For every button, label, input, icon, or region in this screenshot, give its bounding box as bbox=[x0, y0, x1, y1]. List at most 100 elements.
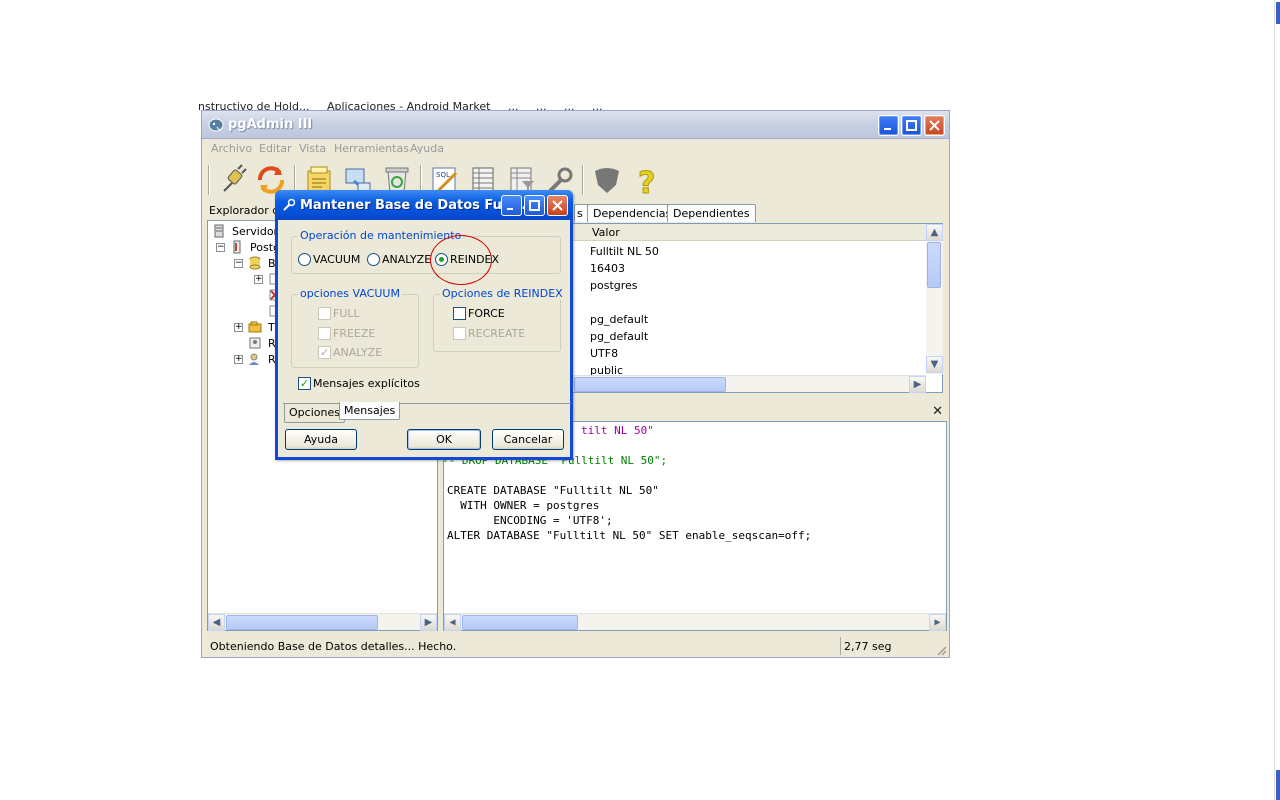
tab-dependencias[interactable]: Dependencias bbox=[587, 204, 678, 222]
sql-line: WITH OWNER = postgres bbox=[447, 499, 600, 512]
status-time: 2,77 seg bbox=[844, 640, 892, 653]
login-role-icon bbox=[249, 353, 259, 365]
maximize-button[interactable] bbox=[901, 115, 922, 136]
ok-button[interactable]: OK bbox=[407, 429, 481, 450]
shield-icon[interactable] bbox=[590, 163, 624, 197]
menu-ayuda[interactable]: Ayuda bbox=[410, 142, 444, 155]
wrench-icon bbox=[283, 198, 296, 211]
vacuum-options-group: opciones VACUUM FULL FREEZE ✓ ANALYZE bbox=[291, 287, 419, 368]
help-icon[interactable]: ? bbox=[630, 163, 664, 198]
svg-text:?: ? bbox=[638, 166, 655, 197]
prop-value: Fulltilt NL 50 bbox=[590, 245, 659, 258]
dialog-close-button[interactable] bbox=[547, 195, 568, 216]
toolbar-separator bbox=[582, 165, 584, 195]
checkbox-analyze[interactable]: ✓ bbox=[318, 346, 331, 359]
col-valor: Valor bbox=[592, 226, 620, 239]
checkbox-full[interactable] bbox=[318, 307, 331, 320]
checkbox-verbose-label[interactable]: Mensajes explícitos bbox=[313, 377, 420, 390]
checkbox-force-label[interactable]: FORCE bbox=[468, 307, 505, 320]
checkbox-verbose[interactable]: ✓ bbox=[298, 377, 311, 390]
scroll-right-icon[interactable]: ▶ bbox=[420, 614, 437, 631]
checkbox-analyze-label: ANALYZE bbox=[333, 346, 383, 359]
maintenance-dialog: Mantener Base de Datos Fullti... Operaci… bbox=[275, 190, 573, 460]
close-icon[interactable]: ✕ bbox=[932, 404, 943, 419]
operation-group: Operación de mantenimiento VACUUM ANALYZ… bbox=[291, 229, 561, 274]
tab-mensajes[interactable]: Mensajes bbox=[339, 402, 401, 420]
scroll-left-icon[interactable]: ◀ bbox=[208, 614, 225, 631]
checkbox-full-label: FULL bbox=[333, 307, 360, 320]
prop-value: pg_default bbox=[590, 330, 649, 343]
role-group-icon bbox=[249, 337, 261, 349]
tab-dependientes[interactable]: Dependientes bbox=[667, 204, 756, 222]
resize-grip-icon[interactable] bbox=[935, 644, 947, 656]
server-group-icon bbox=[214, 224, 224, 238]
props-vscrollbar[interactable]: ▲ ▼ bbox=[926, 224, 943, 374]
checkbox-freeze-label: FREEZE bbox=[333, 327, 376, 340]
checkbox-freeze[interactable] bbox=[318, 327, 331, 340]
status-bar: Obteniendo Base de Datos detalles... Hec… bbox=[202, 635, 949, 657]
close-button[interactable] bbox=[924, 115, 945, 136]
menu-archivo[interactable]: Archivo bbox=[211, 142, 252, 155]
status-divider bbox=[840, 637, 841, 655]
sql-line: ALTER DATABASE "Fulltilt NL 50" SET enab… bbox=[447, 529, 812, 542]
reindex-options-group: Opciones de REINDEX FORCE RECREATE bbox=[433, 287, 565, 352]
checkbox-recreate[interactable] bbox=[453, 327, 466, 340]
dialog-minimize-button[interactable] bbox=[501, 195, 522, 216]
scroll-left-icon[interactable]: ◀ bbox=[444, 614, 461, 631]
scroll-down-icon[interactable]: ▼ bbox=[926, 356, 943, 373]
reindex-options-label: Opciones de REINDEX bbox=[440, 287, 565, 300]
prop-value: UTF8 bbox=[590, 347, 619, 360]
menu-bar: Archivo Editar Vista Herramientas Ayuda bbox=[202, 139, 949, 159]
menu-herramientas[interactable]: Herramientas bbox=[334, 142, 409, 155]
prop-value: pg_default bbox=[590, 313, 649, 326]
expand-icon[interactable]: + bbox=[234, 323, 243, 332]
radio-vacuum[interactable] bbox=[298, 253, 311, 266]
collapse-icon[interactable]: − bbox=[234, 259, 243, 268]
radio-analyze-label[interactable]: ANALYZE bbox=[382, 253, 431, 266]
menu-vista[interactable]: Vista bbox=[299, 142, 326, 155]
sql-hscrollbar[interactable]: ◀ ▶ bbox=[444, 613, 946, 631]
tree-label: T bbox=[268, 321, 275, 334]
menu-editar[interactable]: Editar bbox=[259, 142, 292, 155]
status-text: Obteniendo Base de Datos detalles... Hec… bbox=[210, 640, 457, 653]
elephant-icon bbox=[208, 118, 224, 132]
checkbox-recreate-label: RECREATE bbox=[468, 327, 526, 340]
cancel-button[interactable]: Cancelar bbox=[492, 429, 564, 450]
prop-value: postgres bbox=[590, 279, 638, 292]
sql-line: tilt NL 50" bbox=[581, 424, 654, 437]
explorer-hscrollbar[interactable]: ◀ ▶ bbox=[208, 613, 437, 631]
edge-marker bbox=[1276, 2, 1280, 24]
main-title-bar[interactable]: pgAdmin III bbox=[202, 111, 949, 139]
collapse-icon[interactable]: − bbox=[216, 243, 225, 252]
operation-group-label: Operación de mantenimiento bbox=[298, 229, 464, 242]
toolbar-separator bbox=[208, 165, 210, 195]
sql-line: CREATE DATABASE "Fulltilt NL 50" bbox=[447, 484, 659, 497]
scroll-right-icon[interactable]: ▶ bbox=[909, 376, 926, 393]
tab-opciones[interactable]: Opciones bbox=[284, 404, 345, 423]
scroll-thumb[interactable] bbox=[462, 615, 578, 630]
svg-text:SQL: SQL bbox=[436, 171, 450, 179]
scroll-thumb[interactable] bbox=[927, 242, 941, 288]
checkbox-force[interactable] bbox=[453, 307, 466, 320]
scroll-thumb[interactable] bbox=[226, 615, 378, 630]
scroll-thumb[interactable] bbox=[574, 377, 726, 392]
annotation-circle bbox=[430, 235, 492, 285]
radio-vacuum-label[interactable]: VACUUM bbox=[313, 253, 360, 266]
expand-icon[interactable]: + bbox=[234, 355, 243, 364]
dialog-title-bar[interactable]: Mantener Base de Datos Fullti... bbox=[275, 190, 573, 220]
plug-icon[interactable] bbox=[216, 163, 250, 197]
vacuum-options-label: opciones VACUUM bbox=[298, 287, 402, 300]
server-icon bbox=[233, 240, 241, 254]
radio-analyze[interactable] bbox=[367, 253, 380, 266]
scroll-up-icon[interactable]: ▲ bbox=[926, 224, 943, 241]
expand-icon[interactable]: + bbox=[254, 275, 263, 284]
scroll-right-icon[interactable]: ▶ bbox=[929, 614, 946, 631]
help-button[interactable]: Ayuda bbox=[285, 429, 357, 450]
tablespace-icon bbox=[248, 321, 262, 333]
background-window-edge bbox=[1274, 0, 1280, 800]
sql-line: ENCODING = 'UTF8'; bbox=[447, 514, 613, 527]
edge-marker bbox=[1276, 770, 1280, 800]
database-icon bbox=[249, 256, 261, 270]
dialog-maximize-button[interactable] bbox=[524, 195, 545, 216]
minimize-button[interactable] bbox=[878, 115, 899, 136]
